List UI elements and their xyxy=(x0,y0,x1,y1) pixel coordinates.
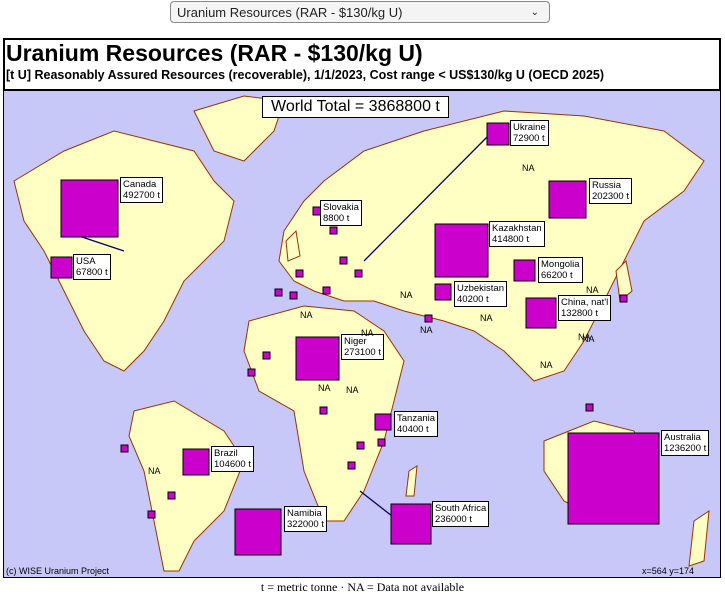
country-label: China, nat'l 132800 t xyxy=(558,295,612,321)
country-value: 8800 t xyxy=(323,213,350,224)
marker-small[interactable] xyxy=(424,314,433,323)
country-value: 40200 t xyxy=(457,294,489,305)
na-label: NA xyxy=(586,285,599,295)
world-total: World Total = 3868800 t xyxy=(262,96,449,118)
country-value: 40400 t xyxy=(397,424,429,435)
marker-small[interactable] xyxy=(120,444,129,453)
marker-usa[interactable] xyxy=(50,256,73,279)
na-label: NA xyxy=(578,332,591,342)
country-name: Mongolia xyxy=(541,259,580,270)
marker-kazakhstan[interactable] xyxy=(434,223,489,278)
marker-mongolia[interactable] xyxy=(513,259,536,282)
country-label: South Africa 236000 t xyxy=(432,501,490,527)
marker-small[interactable] xyxy=(377,438,386,447)
marker-small[interactable] xyxy=(339,256,348,265)
country-name: Canada xyxy=(123,179,157,190)
marker-small[interactable] xyxy=(289,291,298,300)
country-label: Canada 492700 t xyxy=(120,177,163,203)
country-value: 66200 t xyxy=(541,270,573,281)
country-label: Ukraine 72900 t xyxy=(510,120,549,146)
na-label: NA xyxy=(361,328,374,338)
chevron-down-icon: ⌄ xyxy=(530,7,539,18)
country-label: USA 67800 t xyxy=(73,254,111,280)
country-name: South Africa xyxy=(435,503,487,514)
marker-tanzania[interactable] xyxy=(374,413,392,431)
country-value: 492700 t xyxy=(123,190,160,201)
country-label: Slovakia 8800 t xyxy=(320,200,362,226)
country-label: Kazakhstan 414800 t xyxy=(489,221,545,247)
country-label: Brazil 104600 t xyxy=(211,446,254,472)
marker-small[interactable] xyxy=(347,461,356,470)
marker-small[interactable] xyxy=(295,269,304,278)
na-label: NA xyxy=(480,313,493,323)
country-value: 132800 t xyxy=(561,308,598,319)
marker-small[interactable] xyxy=(247,368,256,377)
country-name: Uzbekistan xyxy=(457,283,504,294)
country-label: Russia 202300 t xyxy=(589,178,632,204)
country-name: China, nat'l xyxy=(561,297,609,308)
marker-ukraine[interactable] xyxy=(486,122,510,146)
marker-namibia[interactable] xyxy=(234,508,282,556)
marker-small[interactable] xyxy=(585,403,594,412)
marker-niger[interactable] xyxy=(295,336,340,381)
country-name: Slovakia xyxy=(323,202,359,213)
marker-small[interactable] xyxy=(319,406,328,415)
country-value: 414800 t xyxy=(492,234,529,245)
cursor-coordinates: x=564 y=174 xyxy=(642,566,695,576)
marker-small[interactable] xyxy=(356,441,365,450)
na-label: NA xyxy=(148,466,161,476)
marker-canada[interactable] xyxy=(60,179,119,238)
marker-russia[interactable] xyxy=(548,180,587,219)
marker-small[interactable] xyxy=(262,351,271,360)
country-name: Russia xyxy=(592,180,622,191)
marker-small[interactable] xyxy=(322,286,331,295)
country-value: 67800 t xyxy=(76,267,108,278)
marker-small[interactable] xyxy=(329,226,338,235)
country-value: 236000 t xyxy=(435,514,472,525)
country-name: Tanzania xyxy=(397,413,436,424)
country-name: Namibia xyxy=(287,508,322,519)
marker-small[interactable] xyxy=(167,491,176,500)
legend-footer: t = metric tonne · NA = Data not availab… xyxy=(260,580,465,594)
country-value: 322000 t xyxy=(287,519,324,530)
marker-small[interactable] xyxy=(147,510,156,519)
na-label: NA xyxy=(300,310,313,320)
country-name: Brazil xyxy=(214,448,238,459)
map-selector-dropdown[interactable]: Uranium Resources (RAR - $130/kg U) ⌄ xyxy=(170,1,550,23)
country-value: 202300 t xyxy=(592,191,629,202)
na-label: NA xyxy=(540,360,553,370)
na-label: NA xyxy=(400,290,413,300)
marker-china-nat-l[interactable] xyxy=(525,297,557,329)
country-value: 104600 t xyxy=(214,459,251,470)
country-value: 72900 t xyxy=(513,133,545,144)
marker-uzbekistan[interactable] xyxy=(434,283,452,301)
country-value: 1236200 t xyxy=(664,443,707,454)
na-label: NA xyxy=(522,163,535,173)
marker-small[interactable] xyxy=(354,269,363,278)
map-subtitle: [t U] Reasonably Assured Resources (reco… xyxy=(6,68,605,82)
country-name: Ukraine xyxy=(513,122,546,133)
country-name: USA xyxy=(76,256,96,267)
country-name: Australia xyxy=(664,432,701,443)
selector-value: Uranium Resources (RAR - $130/kg U) xyxy=(177,5,403,20)
marker-small[interactable] xyxy=(619,294,628,303)
country-label: Tanzania 40400 t xyxy=(394,411,439,437)
country-label: Namibia 322000 t xyxy=(284,506,327,532)
marker-brazil[interactable] xyxy=(182,448,210,476)
na-label: NA xyxy=(420,325,433,335)
marker-south-africa[interactable] xyxy=(390,503,432,545)
country-value: 273100 t xyxy=(344,347,381,358)
copyright: (c) WISE Uranium Project xyxy=(6,566,110,576)
marker-australia[interactable] xyxy=(567,432,660,525)
country-label: Uzbekistan 40200 t xyxy=(454,281,507,307)
country-name: Kazakhstan xyxy=(492,223,542,234)
page-title: Uranium Resources (RAR - $130/kg U) xyxy=(6,40,423,66)
na-label: NA xyxy=(346,385,359,395)
country-label: Mongolia 66200 t xyxy=(538,257,583,283)
marker-small[interactable] xyxy=(274,288,283,297)
country-label: Australia 1236200 t xyxy=(661,430,710,456)
na-label: NA xyxy=(318,383,331,393)
